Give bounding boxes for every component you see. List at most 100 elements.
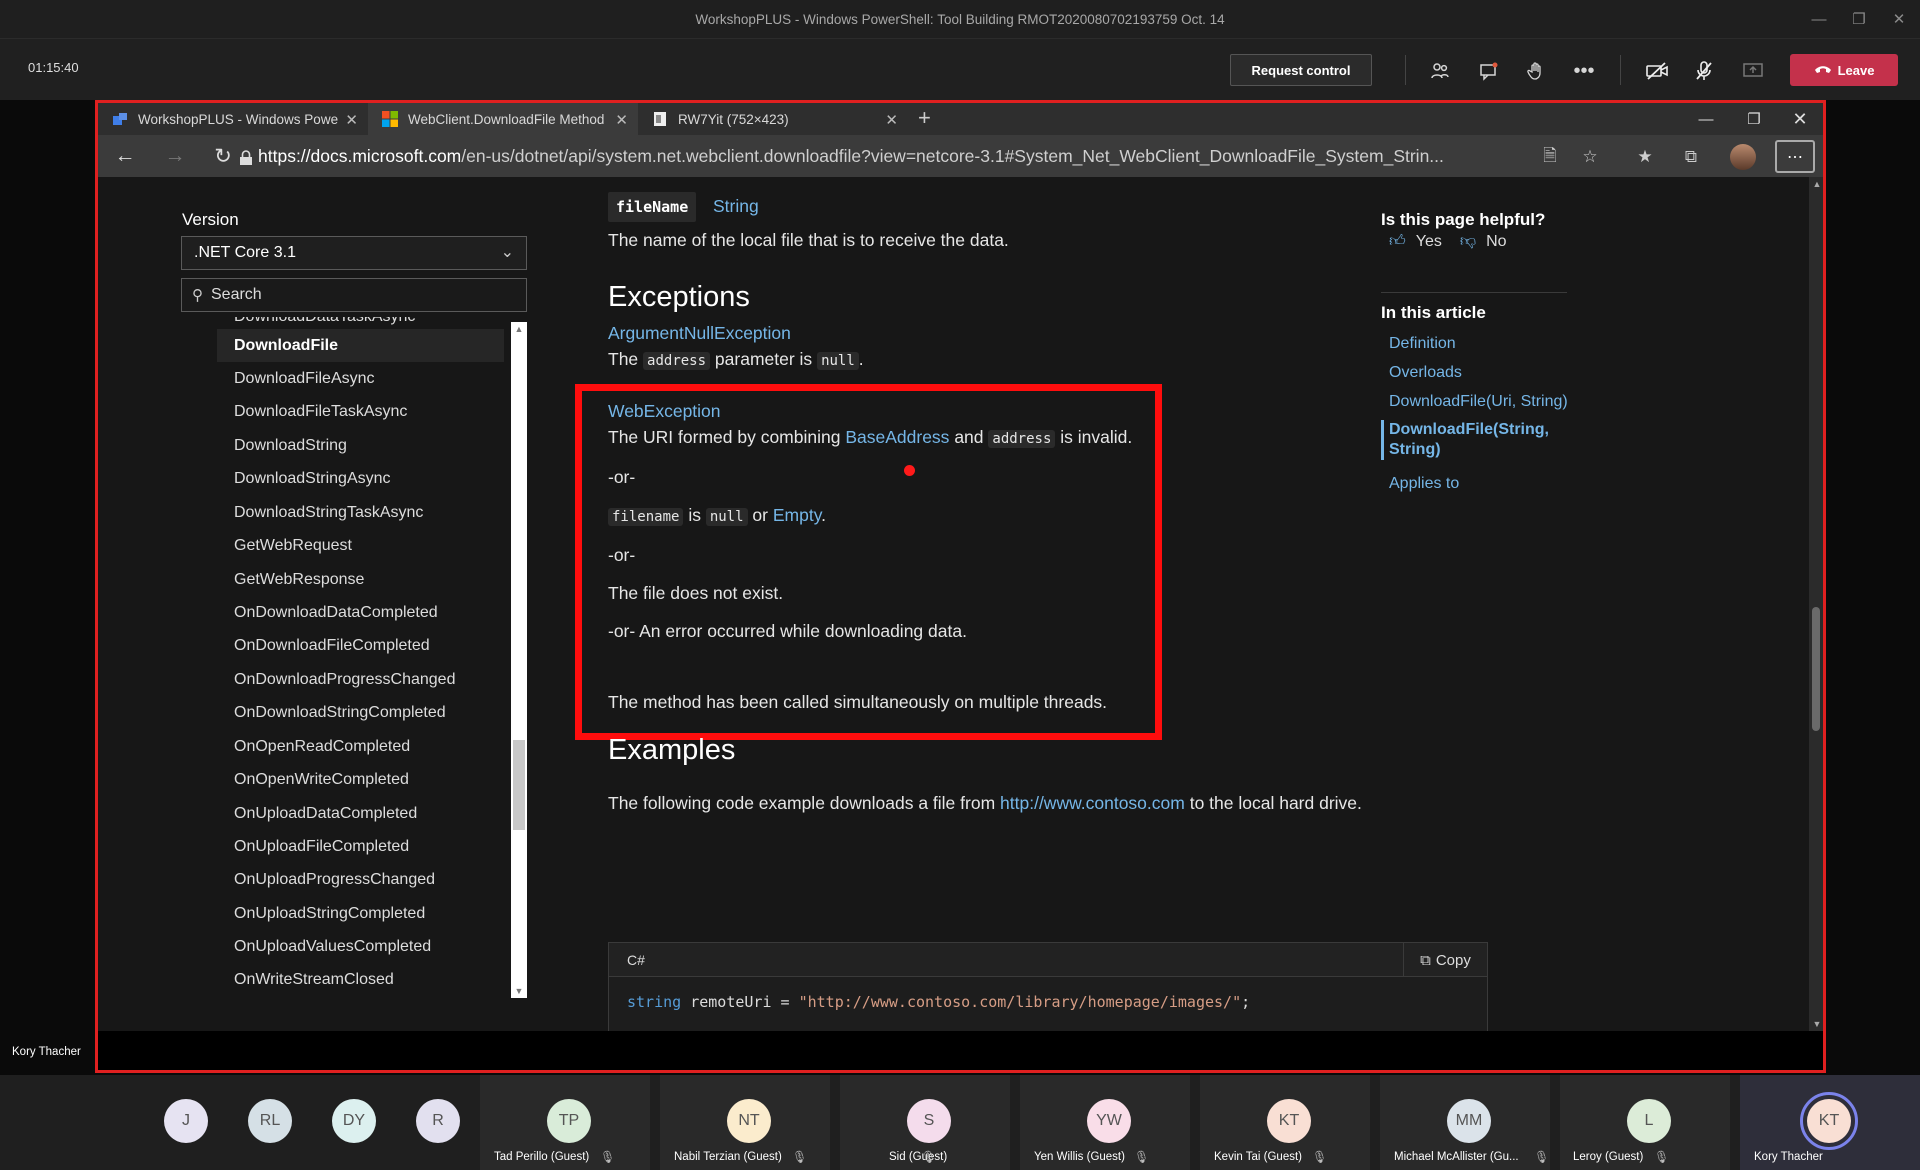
document-favicon — [652, 111, 668, 127]
leave-label: Leave — [1837, 62, 1875, 78]
code-block: C# ⧉ Copy string remoteUri = "http://www… — [608, 942, 1488, 1031]
pointer-dot — [904, 465, 915, 476]
param-type-link[interactable]: String — [713, 196, 759, 217]
copy-button[interactable]: ⧉ Copy — [1403, 943, 1487, 977]
microsoft-favicon — [382, 111, 398, 127]
browser-close-icon[interactable]: ✕ — [1776, 103, 1823, 135]
close-tab-icon[interactable]: ✕ — [345, 111, 358, 129]
argumentnull-link[interactable]: ArgumentNullException — [608, 323, 791, 344]
meeting-timer: 01:15:40 — [28, 60, 79, 75]
scroll-down-icon[interactable]: ▼ — [1810, 1019, 1823, 1029]
tab-image[interactable]: RW7Yit (752×423) ✕ — [638, 103, 908, 135]
participant-name: Tad Perillo (Guest) — [494, 1151, 590, 1163]
forward-icon[interactable]: → — [160, 143, 190, 169]
tab-label: WorkshopPLUS - Windows Powe — [138, 111, 339, 127]
mic-muted-icon: 🎙︎ — [600, 1150, 616, 1164]
page-scrollbar[interactable]: ▲ ▼ — [1809, 177, 1823, 1031]
avatar[interactable]: KT — [1267, 1099, 1311, 1143]
highlight-annotation-box — [575, 384, 1162, 740]
leave-button[interactable]: Leave — [1790, 54, 1898, 86]
participant-name: Michael McAllister (Gu... — [1394, 1151, 1519, 1163]
avatar[interactable]: J — [164, 1099, 208, 1143]
article-link-overloads[interactable]: Overloads — [1389, 364, 1462, 382]
phone-hangup-icon — [1814, 63, 1832, 78]
close-tab-icon[interactable]: ✕ — [885, 111, 898, 129]
exceptions-heading: Exceptions — [608, 281, 750, 313]
window-titlebar: WorkshopPLUS - Windows PowerShell: Tool … — [0, 0, 1920, 38]
divider — [1381, 292, 1567, 293]
read-aloud-icon[interactable]: 🗎 — [1537, 145, 1563, 169]
participant-name: Leroy (Guest) — [1573, 1151, 1644, 1163]
url-bar[interactable]: https://docs.microsoft.com/en-us/dotnet/… — [258, 141, 1608, 171]
copy-icon: ⧉ — [1420, 951, 1431, 969]
code-text: remoteUri = — [681, 993, 799, 1011]
avatar[interactable]: YW — [1087, 1099, 1131, 1143]
participants-icon[interactable] — [1425, 56, 1455, 86]
participant-name: Kory Thacher — [1754, 1151, 1823, 1163]
camera-off-icon[interactable] — [1642, 56, 1672, 86]
page-scroll-thumb[interactable] — [1812, 607, 1820, 731]
avatar[interactable]: RL — [248, 1099, 292, 1143]
avatar[interactable]: KT — [1807, 1099, 1851, 1143]
browser-minimize-icon[interactable]: — — [1682, 103, 1730, 135]
avatar[interactable]: L — [1627, 1099, 1671, 1143]
profile-avatar[interactable] — [1730, 144, 1756, 170]
avatar[interactable]: MM — [1447, 1099, 1491, 1143]
text: to the local hard drive. — [1189, 793, 1362, 813]
tab-workshopplus[interactable]: WorkshopPLUS - Windows Powe ✕ — [98, 103, 368, 135]
browser-restore-icon[interactable]: ❐ — [1730, 103, 1778, 135]
mic-muted-icon: 🎙︎ — [1134, 1150, 1150, 1164]
lock-icon — [231, 145, 261, 171]
url-path: /en-us/dotnet/api/system.net.webclient.d… — [461, 145, 1444, 166]
avatar[interactable]: DY — [332, 1099, 376, 1143]
mic-muted-icon: 🎙︎ — [921, 1150, 937, 1164]
avatar[interactable]: R — [416, 1099, 460, 1143]
avatar[interactable]: TP — [547, 1099, 591, 1143]
no-button[interactable]: No — [1486, 233, 1506, 251]
shared-screen: WorkshopPLUS - Windows Powe ✕ WebClient.… — [95, 100, 1826, 1073]
favorites-list-icon[interactable]: ★ — [1632, 145, 1658, 169]
mic-off-icon[interactable] — [1689, 56, 1719, 86]
code-address: address — [643, 352, 711, 370]
tab-webclient-downloadfile[interactable]: WebClient.DownloadFile Method ✕ — [368, 103, 638, 135]
participant-name: Nabil Terzian (Guest) — [674, 1151, 782, 1163]
request-control-button[interactable]: Request control — [1230, 54, 1372, 86]
browser-menu-button[interactable]: ⋯ — [1775, 140, 1815, 173]
new-tab-icon[interactable]: + — [918, 105, 931, 131]
browser-window: WorkshopPLUS - Windows Powe ✕ WebClient.… — [98, 103, 1823, 1031]
more-actions-icon[interactable]: ••• — [1569, 56, 1599, 86]
notsupported-desc: The method has been called simultaneousl… — [608, 692, 1108, 712]
mic-muted-icon: 🎙︎ — [1312, 1150, 1328, 1164]
back-icon[interactable]: ← — [110, 143, 140, 169]
divider — [1620, 55, 1621, 85]
tab-label: RW7Yit (752×423) — [678, 111, 789, 127]
raise-hand-icon[interactable] — [1521, 56, 1551, 86]
docs-page: Version .NET Core 3.1 ⌄ ⚲ Search Downloa… — [98, 177, 1823, 1031]
mic-muted-icon: 🎙︎ — [1654, 1150, 1670, 1164]
chat-icon[interactable] — [1474, 56, 1504, 86]
article-link-string-string[interactable]: DownloadFile(String, String) — [1381, 420, 1556, 460]
participant-strip: J RL DY R TP NT S YW KT MM L KT Tad Peri… — [0, 1075, 1920, 1170]
feedback-row: 👍︎ Yes 👎︎ No — [1389, 232, 1507, 251]
text: parameter is — [714, 349, 813, 369]
article-link-definition[interactable]: Definition — [1389, 335, 1456, 353]
avatar[interactable]: NT — [727, 1099, 771, 1143]
meeting-toolbar: 01:15:40 Request control ••• Leave — [0, 38, 1920, 100]
favorite-star-icon[interactable]: ☆ — [1577, 145, 1603, 169]
article-link-uri-string[interactable]: DownloadFile(Uri, String) — [1389, 393, 1568, 411]
avatar[interactable]: S — [907, 1099, 951, 1143]
contoso-link[interactable]: http://www.contoso.com — [1000, 793, 1185, 813]
participant-name: Yen Willis (Guest) — [1034, 1151, 1125, 1163]
text: The — [608, 349, 639, 369]
close-icon[interactable]: ✕ — [1876, 0, 1920, 38]
share-screen-icon[interactable] — [1738, 56, 1768, 86]
yes-button[interactable]: Yes — [1416, 233, 1442, 251]
thumbs-up-icon[interactable]: 👍︎ — [1389, 232, 1406, 251]
close-tab-icon[interactable]: ✕ — [615, 111, 628, 129]
thumbs-down-icon[interactable]: 👎︎ — [1460, 232, 1476, 251]
examples-heading: Examples — [608, 734, 736, 766]
scroll-up-icon[interactable]: ▲ — [1810, 179, 1823, 189]
ellipsis-icon: ⋯ — [1787, 148, 1803, 166]
collections-icon[interactable]: ⧉ — [1678, 145, 1704, 169]
article-link-applies-to[interactable]: Applies to — [1389, 475, 1459, 493]
